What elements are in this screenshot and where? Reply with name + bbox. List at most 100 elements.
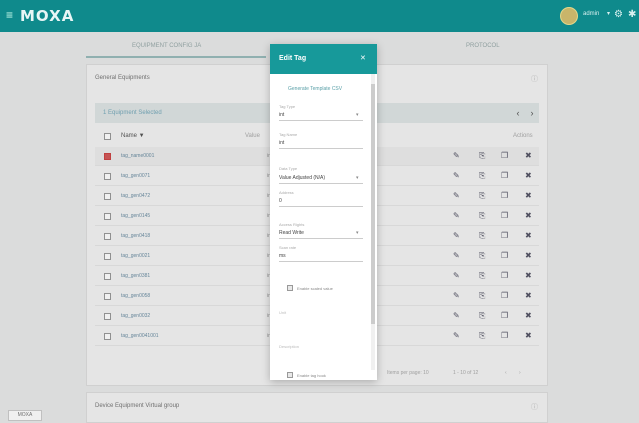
field-underline — [279, 183, 363, 184]
copy-icon[interactable]: ⎘ — [479, 171, 485, 181]
copy-icon[interactable]: ⎘ — [479, 211, 485, 221]
copy-icon[interactable]: ⎘ — [479, 151, 485, 161]
field-underline — [279, 206, 363, 207]
access-rights-select[interactable]: Read Write — [279, 230, 304, 236]
row-checkbox[interactable] — [104, 253, 111, 260]
copy-icon[interactable]: ⎘ — [479, 251, 485, 261]
dialog-scrollbar[interactable] — [371, 74, 375, 370]
row-name: tag_gen0058 — [121, 293, 151, 299]
prev-button[interactable]: ‹ — [513, 107, 523, 119]
edit-icon[interactable]: ✎ — [453, 151, 460, 161]
menu-icon[interactable]: ≡ — [6, 9, 18, 21]
scan-rate-field[interactable]: ms — [279, 253, 286, 259]
dialog-header: Edit Tag ✕ — [270, 44, 377, 74]
select-all-checkbox[interactable] — [104, 133, 111, 140]
edit-icon[interactable]: ✎ — [453, 311, 460, 321]
row-checkbox[interactable] — [104, 333, 111, 340]
duplicate-icon[interactable]: ❐ — [501, 231, 508, 241]
column-actions: Actions — [513, 133, 533, 139]
pagination: Items per page: 10 1 - 10 of 12 ‹ › — [387, 367, 537, 381]
copy-icon[interactable]: ⎘ — [479, 311, 485, 321]
edit-icon[interactable]: ✎ — [453, 231, 460, 241]
card-title: Device Equipment Virtual group — [95, 403, 180, 409]
row-name: tag_gen0472 — [121, 193, 151, 199]
duplicate-icon[interactable]: ❐ — [501, 311, 508, 321]
description-field[interactable]: Description — [279, 344, 299, 349]
enable-tag-hook-label: Enable tag hook — [297, 373, 326, 378]
row-checkbox[interactable] — [104, 153, 111, 160]
duplicate-icon[interactable]: ❐ — [501, 271, 508, 281]
items-per-page[interactable]: Items per page: 10 — [387, 370, 429, 376]
duplicate-icon[interactable]: ❐ — [501, 251, 508, 261]
delete-icon[interactable]: ✖ — [525, 211, 532, 221]
chevron-down-icon[interactable]: ▾ — [356, 175, 359, 181]
row-checkbox[interactable] — [104, 213, 111, 220]
duplicate-icon[interactable]: ❐ — [501, 151, 508, 161]
delete-icon[interactable]: ✖ — [525, 291, 532, 301]
delete-icon[interactable]: ✖ — [525, 151, 532, 161]
enable-scaled-value-label: Enable scaled value — [297, 286, 333, 291]
address-field[interactable]: 0 — [279, 198, 282, 204]
copy-icon[interactable]: ⎘ — [479, 271, 485, 281]
row-checkbox[interactable] — [104, 173, 111, 180]
edit-icon[interactable]: ✎ — [453, 331, 460, 341]
enable-tag-hook-checkbox[interactable] — [287, 372, 293, 378]
settings-icon[interactable]: ⚙ — [614, 9, 623, 21]
tag-type-select[interactable]: int — [279, 112, 284, 118]
row-name: tag_gen0418 — [121, 233, 151, 239]
avatar[interactable] — [560, 7, 578, 25]
user-name[interactable]: admin — [583, 11, 599, 17]
tab-protocol[interactable]: PROTOCOL — [466, 43, 500, 49]
copy-icon[interactable]: ⎘ — [479, 331, 485, 341]
close-icon[interactable]: ✕ — [360, 54, 366, 62]
info-icon[interactable]: ⓘ — [531, 402, 538, 412]
delete-icon[interactable]: ✖ — [525, 271, 532, 281]
copy-icon[interactable]: ⎘ — [479, 191, 485, 201]
copy-icon[interactable]: ⎘ — [479, 291, 485, 301]
unit-field[interactable]: Unit — [279, 310, 286, 315]
chevron-down-icon[interactable]: ▾ — [356, 112, 359, 118]
delete-icon[interactable]: ✖ — [525, 231, 532, 241]
edit-icon[interactable]: ✎ — [453, 251, 460, 261]
duplicate-icon[interactable]: ❐ — [501, 171, 508, 181]
edit-icon[interactable]: ✎ — [453, 271, 460, 281]
delete-icon[interactable]: ✖ — [525, 311, 532, 321]
duplicate-icon[interactable]: ❐ — [501, 331, 508, 341]
copy-icon[interactable]: ⎘ — [479, 231, 485, 241]
tag-name-field[interactable]: int — [279, 140, 284, 146]
delete-icon[interactable]: ✖ — [525, 191, 532, 201]
scrollbar-thumb[interactable] — [371, 84, 375, 324]
scan-rate-label: Scan rate — [279, 245, 297, 250]
column-name[interactable]: Name ▼ — [121, 133, 145, 139]
row-checkbox[interactable] — [104, 313, 111, 320]
edit-icon[interactable]: ✎ — [453, 291, 460, 301]
edit-icon[interactable]: ✎ — [453, 191, 460, 201]
page-prev-button[interactable]: ‹ — [505, 370, 507, 376]
delete-icon[interactable]: ✖ — [525, 251, 532, 261]
page-next-button[interactable]: › — [519, 370, 521, 376]
duplicate-icon[interactable]: ❐ — [501, 291, 508, 301]
next-button[interactable]: › — [527, 107, 537, 119]
delete-icon[interactable]: ✖ — [525, 331, 532, 341]
delete-icon[interactable]: ✖ — [525, 171, 532, 181]
chevron-down-icon[interactable]: ▾ — [607, 10, 610, 17]
info-icon[interactable]: ⓘ — [531, 74, 538, 84]
generate-template-link[interactable]: Generate Template CSV — [288, 86, 342, 92]
edit-icon[interactable]: ✎ — [453, 171, 460, 181]
row-checkbox[interactable] — [104, 293, 111, 300]
selection-label: 1 Equipment Selected — [103, 110, 162, 116]
duplicate-icon[interactable]: ❐ — [501, 211, 508, 221]
row-checkbox[interactable] — [104, 193, 111, 200]
gear-icon[interactable]: ✱ — [628, 9, 636, 21]
duplicate-icon[interactable]: ❐ — [501, 191, 508, 201]
chevron-down-icon[interactable]: ▾ — [356, 230, 359, 236]
tab-equipment-config[interactable]: EQUIPMENT CONFIG JA — [132, 43, 201, 49]
edit-tag-dialog: Edit Tag ✕ Generate Template CSV Tag Typ… — [270, 44, 377, 380]
row-checkbox[interactable] — [104, 233, 111, 240]
enable-scaled-value-checkbox[interactable] — [287, 285, 293, 291]
edit-icon[interactable]: ✎ — [453, 211, 460, 221]
column-value: Value — [245, 133, 260, 139]
address-label: Address — [279, 190, 294, 195]
data-type-select[interactable]: Value Adjusted (N/A) — [279, 175, 325, 181]
row-checkbox[interactable] — [104, 273, 111, 280]
